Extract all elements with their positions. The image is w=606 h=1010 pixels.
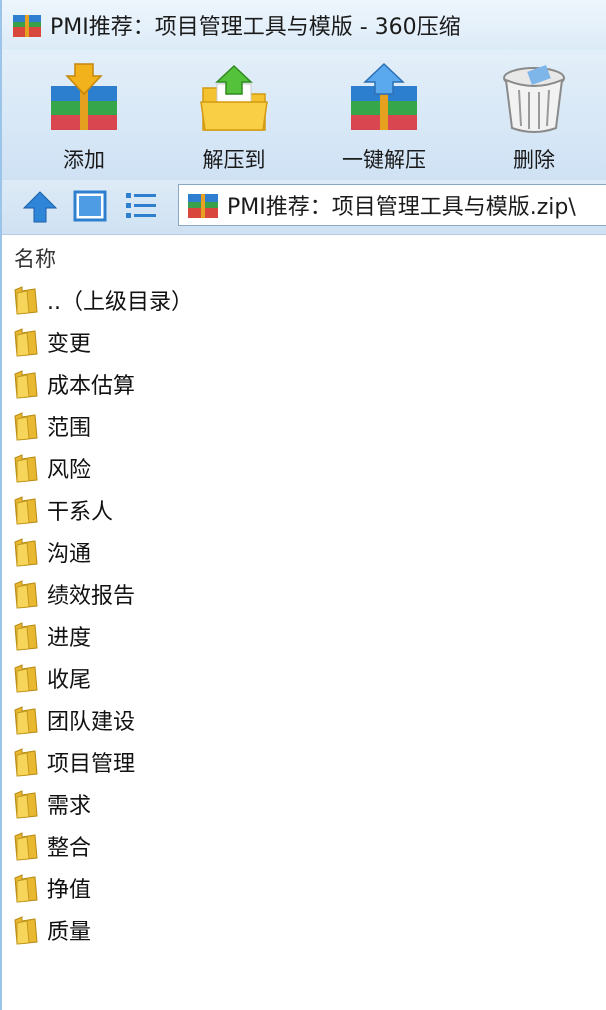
list-item[interactable]: 干系人 xyxy=(2,489,606,531)
file-list-rows: ..（上级目录） 变更 成本估算 范围 风险 干系人 沟通 绩效报告 进度 收尾… xyxy=(2,279,606,951)
title-bar[interactable]: PMI推荐：项目管理工具与模版 - 360压缩 xyxy=(2,0,606,50)
item-name: 绩效报告 xyxy=(47,584,136,609)
folder-icon xyxy=(14,706,38,735)
folder-icon xyxy=(14,664,38,693)
folder-icon xyxy=(14,832,38,861)
list-item[interactable]: 变更 xyxy=(2,321,606,363)
extract-folder-icon xyxy=(200,64,268,131)
item-name: 团队建设 xyxy=(47,710,136,735)
list-item[interactable]: 需求 xyxy=(2,783,606,825)
item-name: 收尾 xyxy=(47,668,92,693)
list-item[interactable]: 沟通 xyxy=(2,531,606,573)
add-archive-icon xyxy=(51,63,117,130)
one-click-extract-icon xyxy=(351,62,417,130)
folder-icon xyxy=(14,370,38,399)
folder-icon xyxy=(14,412,38,441)
list-item[interactable]: 整合 xyxy=(2,825,606,867)
item-name: 需求 xyxy=(47,794,92,819)
item-name: 风险 xyxy=(47,458,92,483)
list-item[interactable]: 团队建设 xyxy=(2,699,606,741)
folder-icon xyxy=(14,580,38,609)
extract-to-label: 解压到 xyxy=(202,148,266,172)
item-name: 进度 xyxy=(47,626,92,651)
up-arrow-icon[interactable] xyxy=(22,189,58,225)
app-window: PMI推荐：项目管理工具与模版 - 360压缩 添加 解压到 一键解压 删除 P… xyxy=(0,0,606,1010)
list-item[interactable]: 挣值 xyxy=(2,867,606,909)
one-click-extract-button[interactable]: 一键解压 xyxy=(324,62,444,180)
folder-icon xyxy=(14,454,38,483)
folder-icon xyxy=(14,328,38,357)
zip-file-icon xyxy=(188,194,218,218)
item-name: 干系人 xyxy=(47,500,114,525)
item-name: 挣值 xyxy=(47,878,92,903)
folder-icon xyxy=(14,790,38,819)
list-item[interactable]: 范围 xyxy=(2,405,606,447)
list-item[interactable]: 收尾 xyxy=(2,657,606,699)
window-title: PMI推荐：项目管理工具与模版 - 360压缩 xyxy=(50,15,461,40)
file-list: 名称 ..（上级目录） 变更 成本估算 范围 风险 干系人 沟通 绩效报告 进度… xyxy=(2,235,606,1010)
trash-bin-icon xyxy=(503,65,565,133)
folder-icon xyxy=(14,538,38,567)
folder-icon xyxy=(14,874,38,903)
extract-to-button[interactable]: 解压到 xyxy=(174,62,294,180)
add-button[interactable]: 添加 xyxy=(24,62,144,180)
list-view-icon[interactable] xyxy=(124,189,160,225)
list-item[interactable]: ..（上级目录） xyxy=(2,279,606,321)
list-item[interactable]: 绩效报告 xyxy=(2,573,606,615)
delete-label: 删除 xyxy=(513,148,555,172)
folder-icon xyxy=(14,748,38,777)
item-name: 变更 xyxy=(47,332,92,357)
item-name: 沟通 xyxy=(47,542,92,567)
list-item[interactable]: 进度 xyxy=(2,615,606,657)
item-name: 范围 xyxy=(47,416,92,441)
folder-icon xyxy=(14,622,38,651)
current-path: PMI推荐：项目管理工具与模版.zip\ xyxy=(227,195,576,220)
item-name: 项目管理 xyxy=(47,752,136,777)
folder-icon xyxy=(14,496,38,525)
item-name: 质量 xyxy=(47,920,92,945)
item-name: 成本估算 xyxy=(47,374,136,399)
large-icon-view-icon[interactable] xyxy=(72,189,108,225)
list-item[interactable]: 风险 xyxy=(2,447,606,489)
add-label: 添加 xyxy=(63,148,105,172)
list-item[interactable]: 项目管理 xyxy=(2,741,606,783)
item-name: ..（上级目录） xyxy=(47,290,193,315)
delete-button[interactable]: 删除 xyxy=(474,62,594,180)
list-item[interactable]: 质量 xyxy=(2,909,606,951)
folder-icon xyxy=(14,916,38,945)
item-name: 整合 xyxy=(47,836,92,861)
archive-app-icon xyxy=(13,15,41,37)
one-click-extract-label: 一键解压 xyxy=(342,148,426,172)
list-item[interactable]: 成本估算 xyxy=(2,363,606,405)
folder-icon xyxy=(14,286,38,315)
toolbar: 添加 解压到 一键解压 删除 xyxy=(2,50,606,180)
column-header-name[interactable]: 名称 xyxy=(14,243,56,273)
navigation-bar: PMI推荐：项目管理工具与模版.zip\ xyxy=(2,180,606,235)
path-bar[interactable]: PMI推荐：项目管理工具与模版.zip\ xyxy=(178,184,606,226)
